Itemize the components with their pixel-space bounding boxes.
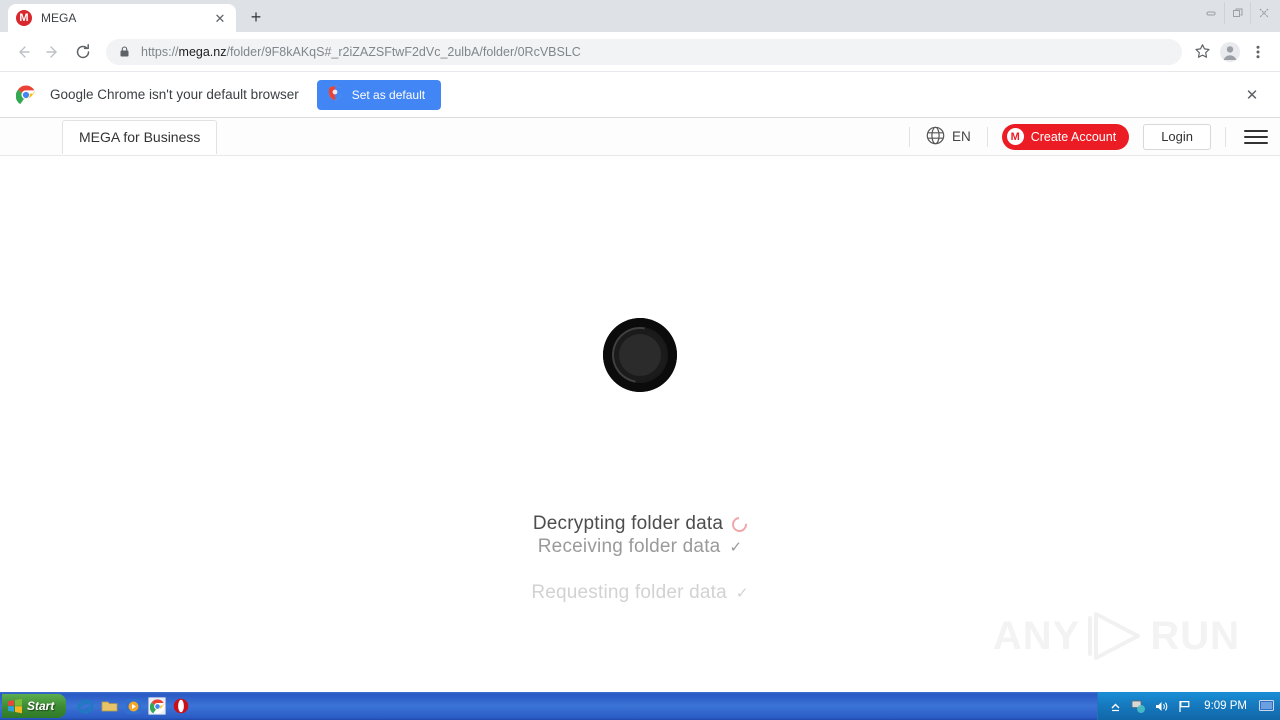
show-hidden-icons-icon[interactable] — [1108, 699, 1123, 714]
start-button[interactable]: Start — [2, 694, 67, 718]
url-text: https://mega.nz/folder/9F8kAKqS#_r2iZAZS… — [141, 45, 581, 59]
spinner-icon — [729, 513, 751, 535]
folder-loading-indicator — [0, 316, 1280, 394]
check-icon: ✓ — [735, 584, 749, 602]
back-arrow-icon[interactable] — [8, 37, 38, 67]
loading-status-list: Decrypting folder data Receiving folder … — [0, 513, 1280, 604]
status-row: Requesting folder data ✓ — [531, 582, 748, 604]
divider — [986, 126, 988, 147]
create-account-button[interactable]: M Create Account — [1001, 123, 1130, 150]
shield-icon — [327, 85, 343, 104]
create-account-label: Create Account — [1030, 129, 1117, 144]
set-as-default-label: Set as default — [351, 87, 426, 102]
forward-arrow-icon[interactable] — [38, 37, 68, 67]
media-player-icon[interactable] — [124, 697, 142, 715]
mega-for-business-tab[interactable]: MEGA for Business — [62, 119, 218, 154]
browser-window: M MEGA ✕ + https://mega.nz/folder/9F8kAK… — [0, 0, 1280, 692]
quick-launch-bar — [76, 697, 190, 715]
close-icon[interactable] — [1250, 2, 1276, 24]
close-icon[interactable]: ✕ — [1240, 83, 1264, 107]
watermark-text-right: RUN — [1150, 613, 1240, 658]
restore-icon[interactable] — [1224, 2, 1250, 24]
infobar-message: Google Chrome isn't your default browser — [50, 87, 299, 102]
status-label: Requesting folder data — [531, 582, 727, 603]
three-dot-menu-icon[interactable] — [1244, 38, 1272, 66]
hamburger-menu-icon[interactable] — [1244, 125, 1268, 149]
minimize-icon[interactable] — [1198, 2, 1224, 24]
tab-strip: M MEGA ✕ + — [0, 0, 1280, 32]
url-scheme: https:// — [141, 44, 179, 59]
status-row: Receiving folder data ✓ — [538, 536, 742, 558]
status-label: Decrypting folder data — [532, 513, 724, 534]
volume-icon[interactable] — [1154, 699, 1169, 714]
lock-icon — [118, 45, 131, 58]
reload-icon[interactable] — [68, 37, 98, 67]
window-controls — [1198, 2, 1276, 24]
windows-taskbar: Start 9:09 PM — [0, 692, 1280, 720]
network-icon[interactable] — [1131, 699, 1146, 714]
divider — [1225, 126, 1226, 147]
mega-logo-icon: M — [16, 10, 32, 26]
status-label: Receiving folder data — [537, 536, 721, 557]
loading-spinner-icon — [601, 316, 679, 394]
tab-title: MEGA — [41, 11, 77, 25]
browser-tab[interactable]: M MEGA ✕ — [8, 4, 236, 32]
new-tab-button[interactable]: + — [242, 3, 270, 31]
globe-icon — [926, 126, 945, 148]
mega-header-actions: EN M Create Account Login — [908, 118, 1280, 155]
flag-icon[interactable] — [1177, 699, 1192, 714]
login-button[interactable]: Login — [1143, 123, 1211, 150]
language-selector[interactable]: EN — [910, 126, 987, 148]
watermark-text-left: ANY — [992, 613, 1081, 658]
address-bar[interactable]: https://mega.nz/folder/9F8kAKqS#_r2iZAZS… — [106, 38, 1182, 65]
system-tray: 9:09 PM — [1097, 692, 1280, 720]
url-path: /folder/9F8kAKqS#_r2iZAZSFtwF2dVc_2ulbA/… — [226, 44, 581, 59]
close-icon[interactable]: ✕ — [212, 10, 228, 26]
mega-logo-icon: M — [1006, 128, 1024, 145]
url-domain: mega.nz — [178, 44, 227, 59]
show-desktop-icon[interactable] — [1259, 699, 1274, 714]
file-explorer-icon[interactable] — [100, 697, 118, 715]
chrome-logo-icon — [15, 84, 36, 105]
taskbar-clock[interactable]: 9:09 PM — [1200, 700, 1251, 712]
opera-icon[interactable] — [172, 697, 190, 715]
browser-toolbar: https://mega.nz/folder/9F8kAKqS#_r2iZAZS… — [0, 32, 1280, 72]
mega-header: MEGA for Business EN M Create Account Lo… — [0, 118, 1280, 156]
status-row: Decrypting folder data — [532, 513, 751, 535]
play-triangle-icon — [1086, 610, 1144, 662]
default-browser-infobar: Google Chrome isn't your default browser… — [0, 72, 1280, 118]
internet-explorer-icon[interactable] — [76, 697, 94, 715]
avatar-icon[interactable] — [1216, 38, 1244, 66]
chrome-icon[interactable] — [148, 697, 167, 715]
language-code: EN — [951, 129, 971, 144]
mega-page: MEGA for Business EN M Create Account Lo… — [0, 118, 1280, 684]
star-icon[interactable] — [1188, 38, 1216, 66]
check-icon: ✓ — [729, 538, 743, 556]
set-as-default-button[interactable]: Set as default — [316, 79, 442, 110]
start-label: Start — [27, 699, 55, 713]
anyrun-watermark: ANY RUN — [993, 610, 1240, 662]
